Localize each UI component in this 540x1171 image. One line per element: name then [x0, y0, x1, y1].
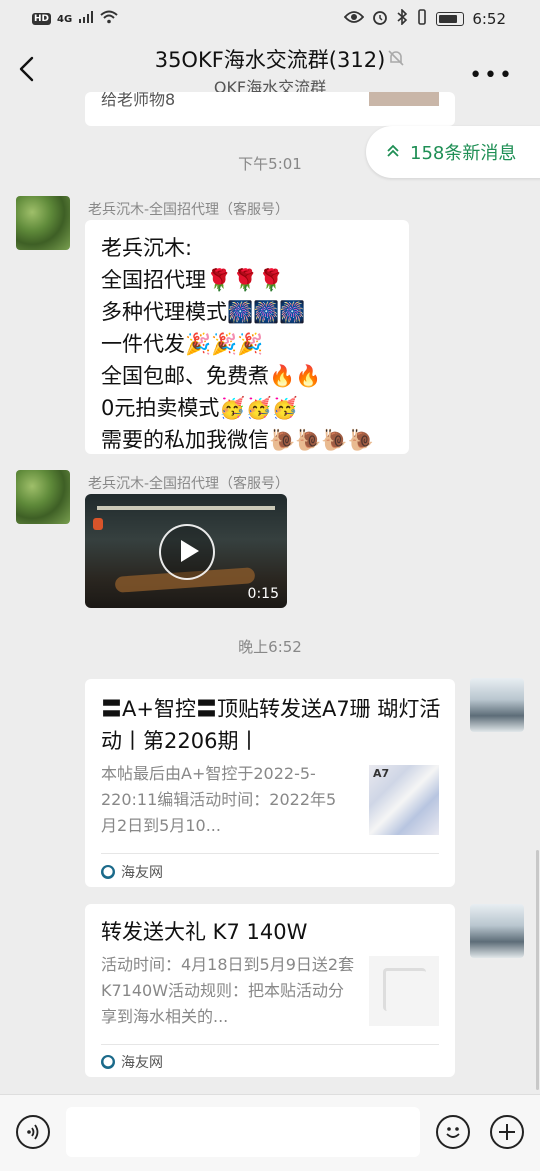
- avatar[interactable]: [16, 470, 70, 524]
- message-line: 多种代理模式🎆🎆🎆: [101, 300, 306, 324]
- link-card[interactable]: 〓A+智控〓顶贴转发送A7珊 瑚灯活动丨第2206期丨 本帖最后由A+智控于20…: [85, 679, 455, 887]
- source-logo-icon: ⬤: [101, 865, 115, 879]
- status-left: HD 4G: [32, 10, 118, 28]
- message-line: 全国招代理🌹🌹🌹: [101, 268, 285, 292]
- partial-message-thumb: [369, 92, 439, 106]
- video-frame-detail: [93, 518, 103, 530]
- message-text: 老兵沉木: 全国招代理🌹🌹🌹 多种代理模式🎆🎆🎆 一件代发🎉🎉🎉 全国包邮、免费…: [101, 232, 374, 456]
- timestamp: 下午5:01: [238, 155, 302, 173]
- message-line: 老兵沉木:: [101, 236, 193, 260]
- video-message[interactable]: 0:15: [85, 494, 287, 608]
- link-card[interactable]: 转发送大礼 K7 140W 活动时间：4月18日到5月9日送2套K7140W活动…: [85, 904, 455, 1077]
- signal-icon: [78, 10, 94, 28]
- avatar[interactable]: [470, 678, 524, 732]
- partial-message-bubble: 给老师物8: [85, 92, 455, 126]
- status-right: 6:52: [344, 8, 506, 29]
- message-line: 一件代发🎉🎉🎉: [101, 332, 264, 356]
- sender-name: 老兵沉木-全国招代理（客服号）: [88, 202, 290, 218]
- divider: [101, 853, 439, 854]
- partial-message-text: 给老师物8: [101, 92, 176, 109]
- eye-icon: [344, 10, 365, 28]
- source-name: 海友网: [121, 1055, 163, 1071]
- link-card-thumbnail: [369, 956, 439, 1026]
- message-bubble[interactable]: 老兵沉木: 全国招代理🌹🌹🌹 多种代理模式🎆🎆🎆 一件代发🎉🎉🎉 全国包邮、免费…: [85, 220, 409, 454]
- more-options-button[interactable]: •••: [469, 63, 514, 88]
- emoji-button[interactable]: [436, 1115, 470, 1149]
- muted-bell-icon: [386, 48, 406, 68]
- input-bar: [0, 1094, 540, 1171]
- timestamp: 晚上6:52: [238, 638, 302, 656]
- avatar[interactable]: [16, 196, 70, 250]
- message-line: 全国包邮、免费煮🔥🔥: [101, 364, 322, 388]
- plus-icon: [499, 1124, 515, 1140]
- message-line: 需要的私加我微信🐌🐌🐌🐌: [101, 428, 374, 452]
- smile-icon: [446, 1127, 460, 1138]
- alarm-icon: [372, 9, 388, 29]
- thumbnail-label: A7: [373, 767, 390, 780]
- hd-badge: HD: [32, 13, 52, 25]
- lamp-graphic: [383, 968, 426, 1011]
- message-input[interactable]: [66, 1107, 420, 1157]
- add-attachment-button[interactable]: [490, 1115, 524, 1149]
- bluetooth-icon: [396, 8, 408, 29]
- status-bar: HD 4G 6:52: [0, 0, 540, 38]
- link-card-title: 转发送大礼 K7 140W: [101, 920, 308, 944]
- wifi-icon: [100, 10, 118, 28]
- sender-name: 老兵沉木-全国招代理（客服号）: [88, 476, 290, 492]
- avatar[interactable]: [470, 904, 524, 958]
- status-time: 6:52: [472, 10, 506, 28]
- link-card-source: ⬤ 海友网: [101, 862, 163, 882]
- source-logo-icon: ⬤: [101, 1055, 115, 1069]
- link-card-description: 活动时间：4月18日到5月9日送2套K7140W活动规则：把本贴活动分享到海水相…: [101, 955, 355, 1026]
- network-4g-label: 4G: [57, 13, 73, 25]
- battery-icon: [436, 12, 465, 26]
- chat-header: 35OKF海水交流群(312) OKF海水交流群 •••: [0, 38, 540, 100]
- voice-icon: [27, 1124, 39, 1140]
- link-card-title: 〓A+智控〓顶贴转发送A7珊 瑚灯活动丨第2206期丨: [101, 697, 441, 753]
- vibrate-icon: [416, 9, 428, 29]
- voice-input-button[interactable]: [16, 1115, 50, 1149]
- scrollbar[interactable]: [536, 850, 539, 1090]
- play-icon[interactable]: [159, 524, 215, 580]
- chat-title: 35OKF海水交流群(312): [154, 48, 386, 72]
- divider: [101, 1044, 439, 1045]
- video-duration: 0:15: [247, 586, 279, 602]
- message-line: 0元拍卖模式🥳🥳🥳: [101, 396, 298, 420]
- video-frame-detail: [97, 506, 275, 510]
- source-name: 海友网: [121, 865, 163, 881]
- link-card-description: 本帖最后由A+智控于2022-5-220:11编辑活动时间：2022年5月2日到…: [101, 764, 337, 835]
- link-card-source: ⬤ 海友网: [101, 1052, 163, 1072]
- link-card-thumbnail: A7: [369, 765, 439, 835]
